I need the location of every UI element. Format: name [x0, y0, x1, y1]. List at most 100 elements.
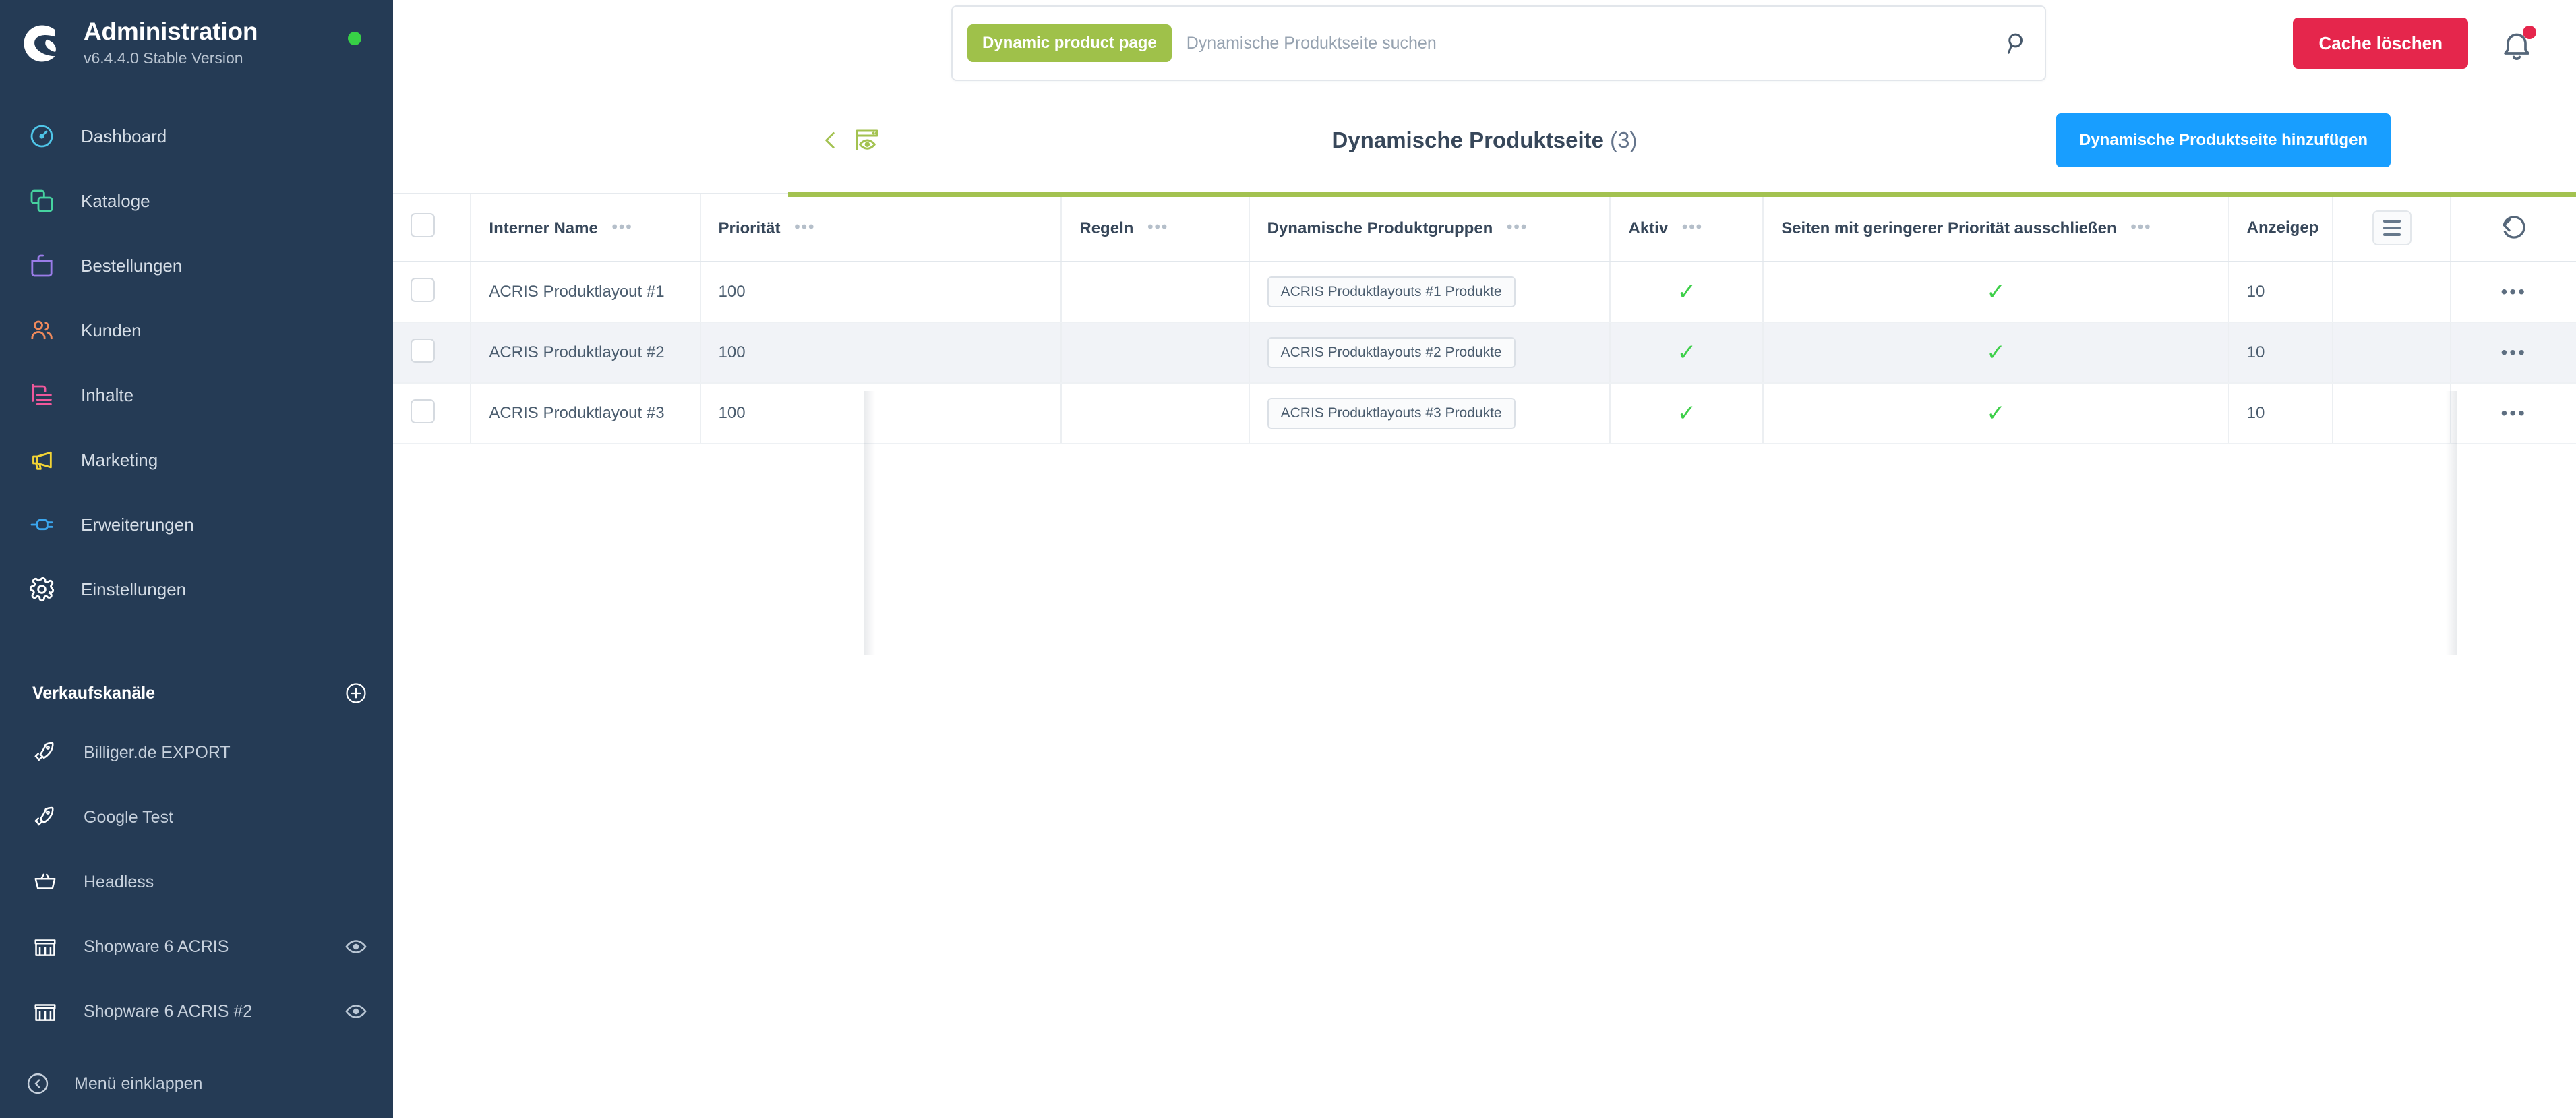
column-menu-dots[interactable]: ••• — [1682, 218, 1703, 237]
column-label: Interner Name — [489, 218, 598, 237]
column-menu-dots[interactable]: ••• — [2130, 218, 2151, 237]
sidebar-item-einstellungen[interactable]: Einstellungen — [0, 557, 393, 622]
table-body: ACRIS Produktlayout #1 100 ACRIS Produkt… — [393, 262, 2576, 444]
accent-divider — [788, 192, 2576, 197]
collapse-menu-button[interactable]: Menü einklappen — [0, 1053, 393, 1114]
sidebar-item-label: Inhalte — [81, 384, 134, 405]
cell-regeln — [1061, 262, 1250, 323]
cell-interner-name: ACRIS Produktlayout #3 — [471, 383, 701, 444]
column-header-prioritaet[interactable]: Priorität ••• — [700, 194, 1062, 262]
chevron-left-circle-icon — [26, 1071, 50, 1096]
row-context-menu-button[interactable]: ••• — [2501, 281, 2527, 302]
sidebar-brand[interactable]: Administration v6.4.4.0 Stable Version — [0, 0, 393, 86]
sidebar-item-label: Bestellungen — [81, 255, 183, 276]
storefront-icon — [32, 999, 58, 1024]
exclude-check-icon: ✓ — [1986, 278, 2006, 305]
cell-seiten-ausschliessen: ✓ — [1763, 383, 2229, 444]
cell-interner-name: ACRIS Produktlayout #2 — [471, 322, 701, 384]
add-dynamic-product-page-button[interactable]: Dynamische Produktseite hinzufügen — [2056, 113, 2391, 167]
refresh-icon[interactable] — [2499, 213, 2529, 243]
sidebar-item-kunden[interactable]: Kunden — [0, 298, 393, 363]
sidebar-item-dashboard[interactable]: Dashboard — [0, 104, 393, 169]
row-context-menu-button[interactable]: ••• — [2501, 403, 2527, 423]
cell-spacer — [2333, 383, 2452, 444]
column-settings-header — [2333, 194, 2452, 262]
sidebar-item-erweiterungen[interactable]: Erweiterungen — [0, 492, 393, 557]
cell-seiten-ausschliessen: ✓ — [1763, 262, 2229, 323]
preview-eye-icon[interactable] — [345, 1000, 367, 1023]
row-checkbox[interactable] — [411, 338, 435, 363]
row-context-menu-button[interactable]: ••• — [2501, 342, 2527, 363]
column-label: Dynamische Produktgruppen — [1267, 218, 1493, 237]
sidebar-item-headless[interactable]: Headless — [0, 850, 393, 914]
preview-eye-icon[interactable] — [345, 935, 367, 958]
search-icon[interactable] — [2004, 30, 2030, 56]
column-settings-button[interactable] — [2372, 210, 2412, 245]
column-menu-dots[interactable]: ••• — [611, 218, 632, 237]
column-header-aktiv[interactable]: Aktiv ••• — [1610, 194, 1764, 262]
table-header-row: Interner Name ••• Priorität ••• Regeln •… — [393, 194, 2576, 262]
page-title: Dynamische Produktseite (3) — [1332, 127, 1638, 153]
select-all-checkbox[interactable] — [411, 213, 435, 237]
exclude-check-icon: ✓ — [1986, 400, 2006, 426]
sales-channel-label: Billiger.de EXPORT — [84, 742, 231, 762]
sidebar-item-kataloge[interactable]: Kataloge — [0, 169, 393, 233]
bag-icon — [27, 251, 57, 281]
product-group-pill[interactable]: ACRIS Produktlayouts #1 Produkte — [1267, 276, 1516, 307]
catalog-icon — [27, 186, 57, 216]
product-group-pill[interactable]: ACRIS Produktlayouts #2 Produkte — [1267, 337, 1516, 368]
column-menu-dots[interactable]: ••• — [1507, 218, 1528, 237]
notification-badge-dot — [2523, 26, 2536, 39]
cell-aktiv: ✓ — [1610, 262, 1764, 323]
sidebar-item-billiger-de-export[interactable]: Billiger.de EXPORT — [0, 720, 393, 785]
table-row[interactable]: ACRIS Produktlayout #1 100 ACRIS Produkt… — [393, 262, 2576, 323]
search-input[interactable] — [1186, 33, 1998, 53]
cell-prioritaet: 100 — [700, 322, 1062, 384]
column-label: Seiten mit geringerer Priorität ausschli… — [1781, 218, 2117, 237]
table-row[interactable]: ACRIS Produktlayout #3 100 ACRIS Produkt… — [393, 383, 2576, 444]
back-chevron-icon[interactable] — [819, 129, 842, 152]
column-label: Aktiv — [1628, 218, 1669, 237]
rocket-icon — [32, 804, 58, 830]
sidebar-item-marketing[interactable]: Marketing — [0, 428, 393, 492]
search-scope-tag[interactable]: Dynamic product page — [967, 24, 1172, 62]
cell-regeln — [1061, 383, 1250, 444]
clear-cache-button[interactable]: Cache löschen — [2293, 18, 2468, 69]
column-header-dynamische-produktgruppen[interactable]: Dynamische Produktgruppen ••• — [1249, 194, 1611, 262]
sidebar-item-label: Erweiterungen — [81, 514, 194, 535]
column-header-interner-name[interactable]: Interner Name ••• — [471, 194, 701, 262]
row-select-cell — [393, 262, 472, 323]
sidebar-item-inhalte[interactable]: Inhalte — [0, 363, 393, 428]
column-header-regeln[interactable]: Regeln ••• — [1061, 194, 1250, 262]
shopware-logo-icon — [18, 19, 66, 67]
column-header-seiten-ausschliessen[interactable]: Seiten mit geringerer Priorität ausschli… — [1763, 194, 2229, 262]
row-checkbox[interactable] — [411, 277, 435, 302]
sidebar-item-bestellungen[interactable]: Bestellungen — [0, 233, 393, 298]
add-sales-channel-icon[interactable] — [345, 682, 367, 705]
sidebar-item-shopware-6-acris[interactable]: Shopware 6 ACRIS — [0, 914, 393, 979]
exclude-check-icon: ✓ — [1986, 339, 2006, 365]
plug-icon — [27, 510, 57, 539]
sales-channel-label: Headless — [84, 872, 154, 891]
row-checkbox[interactable] — [411, 399, 435, 423]
app-root: Administration v6.4.4.0 Stable Version D… — [0, 0, 2576, 1118]
page-title-text: Dynamische Produktseite — [1331, 127, 1604, 152]
main-area: Dynamic product page Cache löschen — [393, 0, 2576, 1118]
hamburger-line — [2383, 233, 2401, 236]
cell-anzeigeposition: 10 — [2228, 322, 2334, 384]
sidebar-item-label: Einstellungen — [81, 579, 187, 599]
product-group-pill[interactable]: ACRIS Produktlayouts #3 Produkte — [1267, 398, 1516, 429]
column-label: Anzeigep — [2246, 218, 2319, 237]
global-search-bar[interactable]: Dynamic product page — [951, 5, 2046, 81]
column-menu-dots[interactable]: ••• — [1147, 218, 1168, 237]
column-menu-dots[interactable]: ••• — [794, 218, 815, 237]
notifications-bell-icon[interactable] — [2499, 26, 2536, 62]
sidebar-item-google-test[interactable]: Google Test — [0, 785, 393, 850]
sidebar-item-shopware-6-acris-2[interactable]: Shopware 6 ACRIS #2 — [0, 979, 393, 1044]
cell-seiten-ausschliessen: ✓ — [1763, 322, 2229, 384]
table-row[interactable]: ACRIS Produktlayout #2 100 ACRIS Produkt… — [393, 322, 2576, 384]
column-label: Priorität — [718, 218, 781, 237]
cell-anzeigeposition: 10 — [2228, 262, 2334, 323]
table-header: Interner Name ••• Priorität ••• Regeln •… — [393, 194, 2576, 262]
column-header-anzeigeposition[interactable]: Anzeigep — [2228, 194, 2334, 262]
